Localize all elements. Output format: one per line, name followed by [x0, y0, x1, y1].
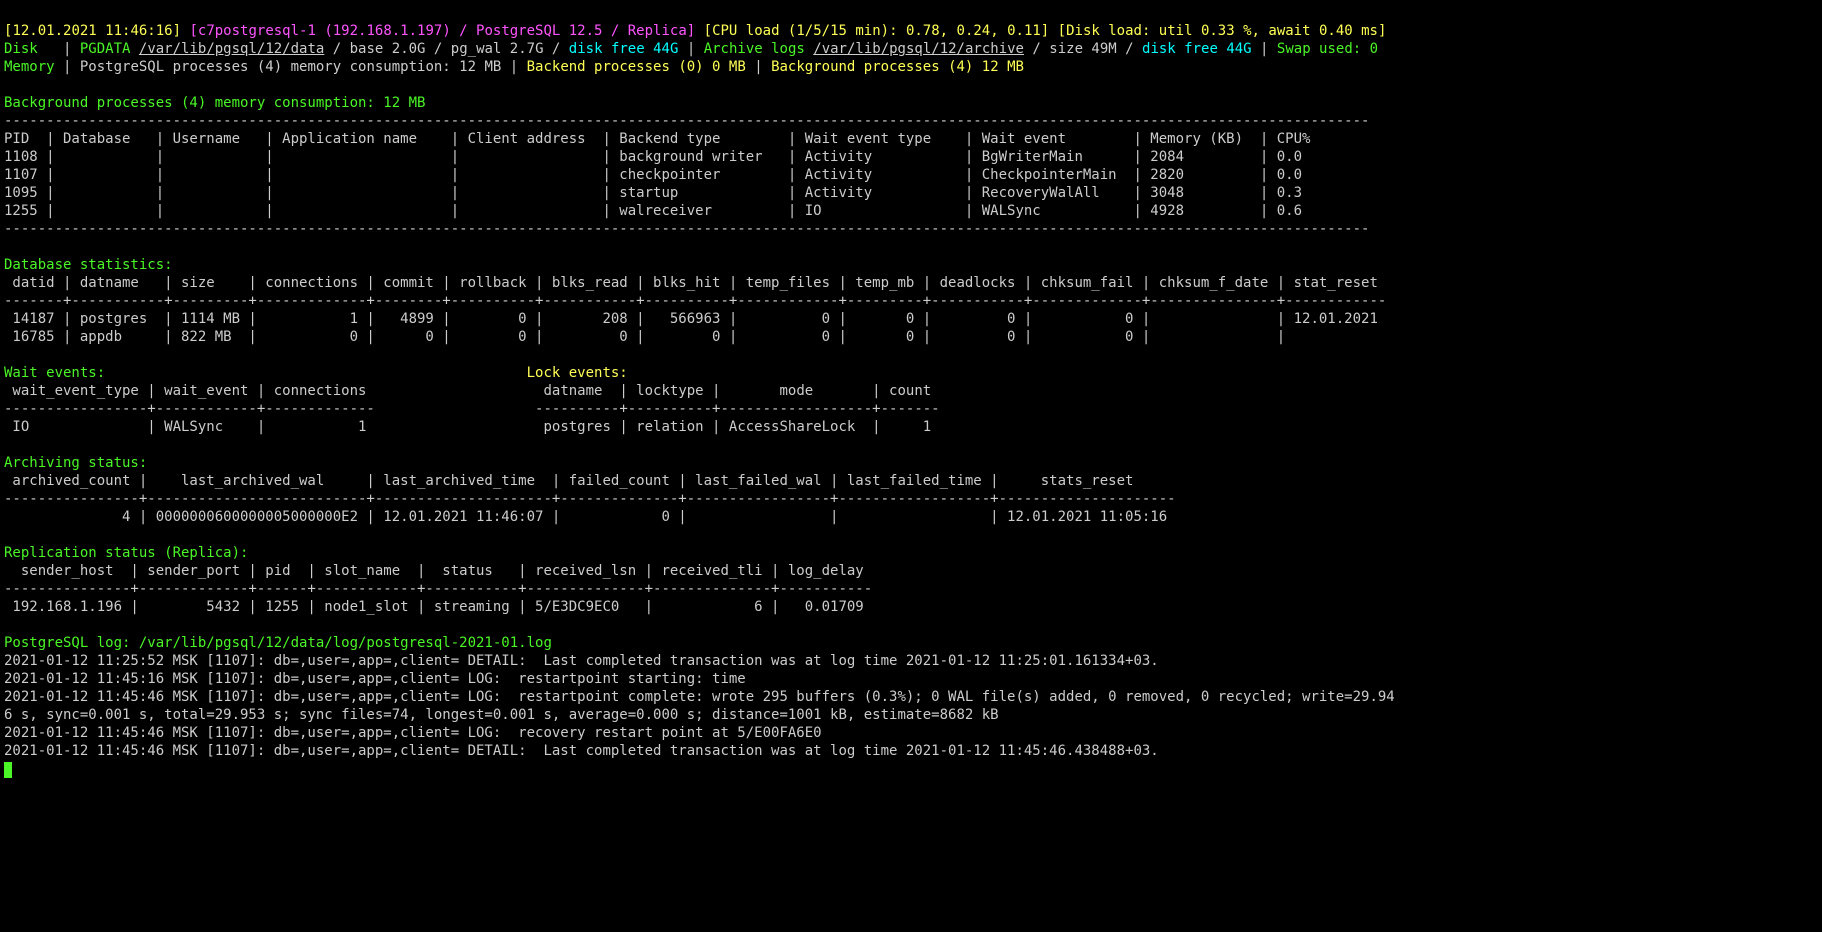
lock-header: datname | locktype | mode | count: [535, 383, 940, 399]
memline-pipe2: |: [501, 59, 526, 75]
archive-sep: ----------------+-----------------------…: [4, 491, 1176, 507]
terminal-output: [12.01.2021 11:46:16] [c7postgresql-1 (1…: [0, 0, 1822, 782]
header-cpu-close: ]: [1041, 23, 1049, 39]
db-stats-title: Database statistics:: [4, 257, 173, 273]
header-disk-close: ]: [1378, 23, 1386, 39]
diskline-pipe1: |: [55, 41, 80, 57]
memory-label: Memory: [4, 59, 55, 75]
header-cpu-values: 0.78, 0.24, 0.11: [906, 23, 1041, 39]
header-cpu-open: [: [695, 23, 712, 39]
header-disk-open: [: [1049, 23, 1066, 39]
archive-row: 4 | 0000000600000005000000E2 | 12.01.202…: [4, 509, 1167, 525]
bg-row-2: 1095 | | | | | startup | Activity | Reco…: [4, 185, 1302, 201]
header-disk-await: 0.40 ms: [1319, 23, 1378, 39]
wait-header: wait_event_type | wait_event | connectio…: [4, 383, 375, 399]
header-timestamp-close: ]: [173, 23, 181, 39]
archiving-title: Archiving status:: [4, 455, 147, 471]
pg-processes: PostgreSQL processes (4) memory consumpt…: [80, 59, 501, 75]
db-stats-row-1: 16785 | appdb | 822 MB | 0 | 0 | 0 | 0 |…: [4, 329, 1294, 345]
db-stats-header: datid | datname | size | connections | c…: [4, 275, 1386, 291]
memline-pipe1: |: [55, 59, 80, 75]
base-size: base 2.0G: [350, 41, 426, 57]
pgdata-label: PGDATA: [80, 41, 139, 57]
df-sep: /: [544, 41, 569, 57]
adf-sep: /: [1117, 41, 1142, 57]
cursor-icon: [4, 762, 12, 778]
backend-processes: Backend processes (0) 0 MB: [527, 59, 746, 75]
header-timestamp: 12.01.2021 11:46:16: [12, 23, 172, 39]
replication-title: Replication status (Replica):: [4, 545, 248, 561]
bg-row-3: 1255 | | | | | walreceiver | IO | WALSyn…: [4, 203, 1302, 219]
memline-pipe3: |: [746, 59, 771, 75]
repl-header: sender_host | sender_port | pid | slot_n…: [4, 563, 872, 579]
header-host: c7postgresql-1 (192.168.1.197) / Postgre…: [198, 23, 687, 39]
log-line-5: 2021-01-12 11:45:46 MSK [1107]: db=,user…: [4, 743, 1159, 759]
swap-label: Swap used:: [1277, 41, 1370, 57]
bg-processes-title: Background processes (4) memory consumpt…: [4, 95, 425, 111]
lock-events-title: Lock events:: [527, 365, 628, 381]
log-line-0: 2021-01-12 11:25:52 MSK [1107]: db=,user…: [4, 653, 1159, 669]
header-cpu-label: CPU load (1/5/15 min):: [712, 23, 906, 39]
bg-header: PID | Database | Username | Application …: [4, 131, 1310, 147]
header-disk-label: Disk load: util: [1066, 23, 1201, 39]
archive-logs-label: Archive logs: [704, 41, 814, 57]
lock-row: postgres | relation | AccessShareLock | …: [535, 419, 940, 435]
log-line-1: 2021-01-12 11:45:16 MSK [1107]: db=,user…: [4, 671, 746, 687]
diskline-pipe3: |: [1252, 41, 1277, 57]
size-sep: /: [1024, 41, 1049, 57]
pgdata-path: /var/lib/pgsql/12/data: [139, 41, 324, 57]
log-line-3: 6 s, sync=0.001 s, total=29.953 s; sync …: [4, 707, 999, 723]
bg-sep-bottom: ----------------------------------------…: [4, 221, 1369, 237]
repl-sep: ---------------+-------------+------+---…: [4, 581, 872, 597]
swap-value: 0: [1370, 41, 1378, 57]
wait-events-title: Wait events:: [4, 365, 105, 381]
disk-label: Disk: [4, 41, 55, 57]
disk-free-label: disk free: [569, 41, 653, 57]
log-path: /var/lib/pgsql/12/data/log/postgresql-20…: [139, 635, 552, 651]
disk-free-value: 44G: [653, 41, 678, 57]
repl-row: 192.168.1.196 | 5432 | 1255 | node1_slot…: [4, 599, 864, 615]
header-disk-util: 0.33 %: [1201, 23, 1252, 39]
base-sep: /: [324, 41, 349, 57]
lock-sep: ----------+----------+------------------…: [535, 401, 940, 417]
log-line-2: 2021-01-12 11:45:46 MSK [1107]: db=,user…: [4, 689, 1395, 705]
pgwal-sep: /: [425, 41, 450, 57]
header-host-close: ]: [687, 23, 695, 39]
db-stats-sep: -------+-----------+---------+----------…: [4, 293, 1386, 309]
wait-row: IO | WALSync | 1: [4, 419, 375, 435]
wait-sep: -----------------+------------+---------…: [4, 401, 375, 417]
bg-sep-top: ----------------------------------------…: [4, 113, 1369, 129]
db-stats-row-0: 14187 | postgres | 1114 MB | 1 | 4899 | …: [4, 311, 1378, 327]
header-disk-await-label: , await: [1252, 23, 1319, 39]
archive-disk-free-label: disk free: [1142, 41, 1226, 57]
log-title-prefix: PostgreSQL log:: [4, 635, 139, 651]
bg-row-1: 1107 | | | | | checkpointer | Activity |…: [4, 167, 1302, 183]
archive-header: archived_count | last_archived_wal | las…: [4, 473, 1176, 489]
bg-row-0: 1108 | | | | | background writer | Activ…: [4, 149, 1302, 165]
background-processes: Background processes (4) 12 MB: [771, 59, 1024, 75]
archive-disk-free-value: 44G: [1226, 41, 1251, 57]
archive-size: size 49M: [1049, 41, 1116, 57]
pgwal-size: pg_wal 2.7G: [451, 41, 544, 57]
log-line-4: 2021-01-12 11:45:46 MSK [1107]: db=,user…: [4, 725, 822, 741]
diskline-pipe2: |: [678, 41, 703, 57]
header-host-open: [: [181, 23, 198, 39]
archive-path: /var/lib/pgsql/12/archive: [813, 41, 1024, 57]
